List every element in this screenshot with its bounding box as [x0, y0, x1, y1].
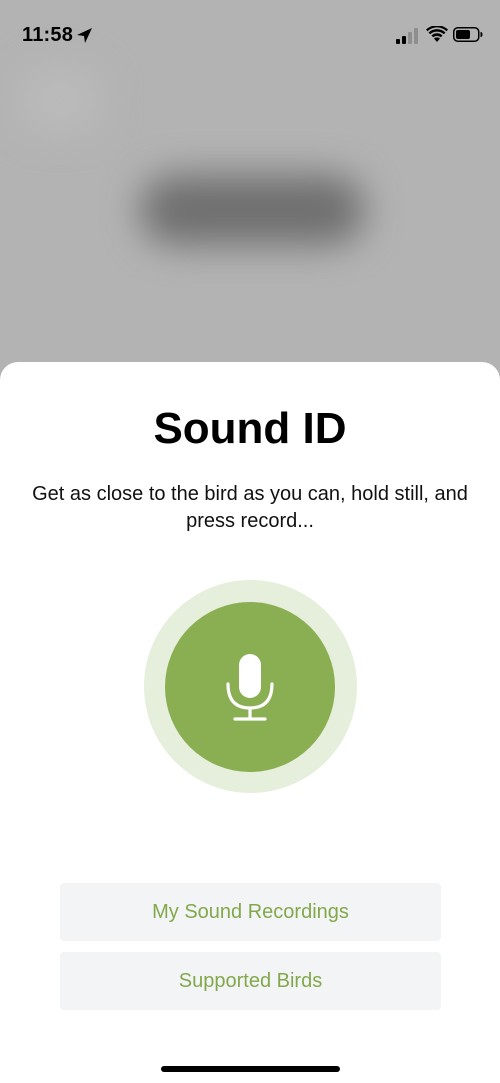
supported-birds-button[interactable]: Supported Birds [60, 952, 441, 1010]
status-time: 11:58 [22, 24, 74, 46]
sheet-title: Sound ID [153, 404, 347, 453]
my-sound-recordings-button[interactable]: My Sound Recordings [60, 883, 441, 941]
sheet-instructions: Get as close to the bird as you can, hol… [32, 483, 468, 532]
wifi-icon [426, 25, 448, 48]
blurred-shape [140, 175, 365, 245]
blurred-shape [20, 70, 100, 130]
cellular-signal-icon [396, 28, 420, 49]
microphone-icon [219, 652, 281, 729]
status-bar: 11:58 [0, 0, 500, 70]
record-button[interactable] [165, 602, 335, 772]
location-arrow-icon [76, 27, 93, 49]
battery-icon [453, 27, 483, 47]
home-indicator[interactable] [161, 1066, 340, 1072]
